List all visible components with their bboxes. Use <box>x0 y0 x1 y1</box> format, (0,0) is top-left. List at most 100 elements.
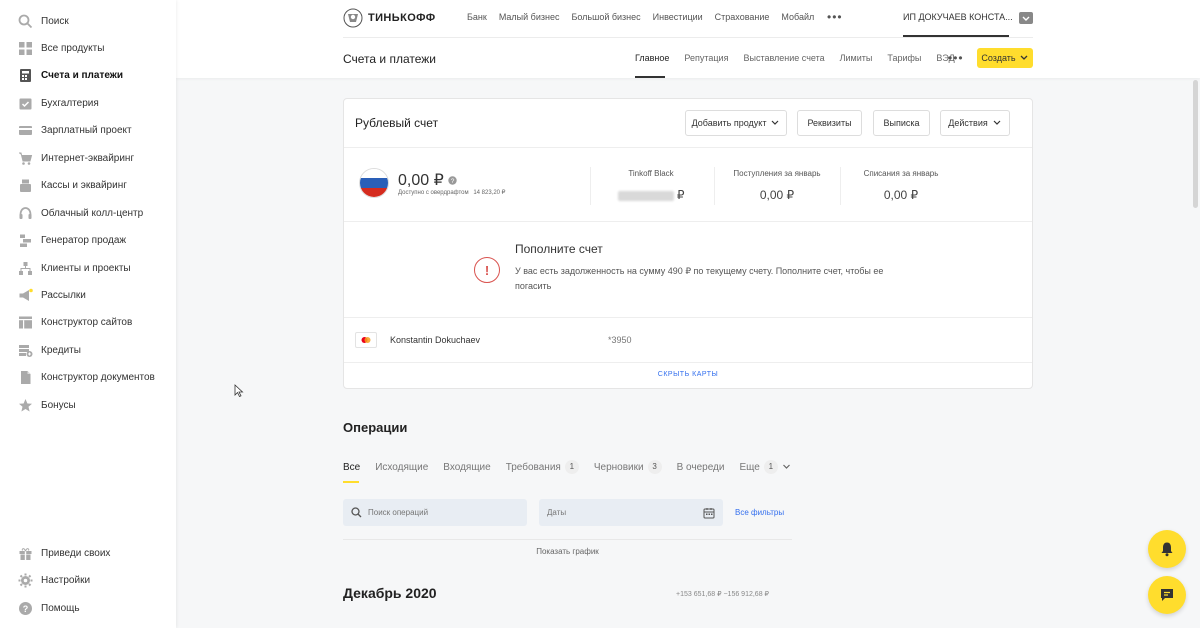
sidebar-item-document[interactable]: Конструктор документов <box>0 366 176 390</box>
all-filters-link[interactable]: Все фильтры <box>735 508 784 517</box>
divider <box>344 147 1032 148</box>
warning-text: У вас есть задолженность на сумму 490 ₽ … <box>515 266 884 291</box>
section-tab[interactable]: Выставление счета <box>743 53 824 63</box>
sidebar-item-register[interactable]: Кассы и эквайринг <box>0 174 176 198</box>
operations-search[interactable] <box>343 499 527 526</box>
sidebar-item-calendar-check[interactable]: Бухгалтерия <box>0 91 176 115</box>
sidebar-item-label: Поиск <box>41 15 69 27</box>
warning-title: Пополните счет <box>515 242 603 256</box>
operations-tab[interactable]: Требования 1 <box>506 460 579 474</box>
operations-tab-label: Все <box>343 461 361 473</box>
sidebar-item-label: Бухгалтерия <box>41 97 99 109</box>
sidebar-item-card[interactable]: Зарплатный проект <box>0 119 176 143</box>
sidebar-item-sales-funnel[interactable]: Генератор продаж <box>0 229 176 253</box>
info-icon[interactable]: ? <box>448 176 457 185</box>
gear-icon <box>18 573 33 588</box>
add-product-button[interactable]: Добавить продукт <box>685 110 787 136</box>
sidebar-item-label: Бонусы <box>41 399 76 411</box>
operations-tab[interactable]: Исходящие <box>375 462 428 473</box>
add-product-label: Добавить продукт <box>691 118 767 128</box>
sidebar-item-calculator[interactable]: Счета и платежи <box>0 64 176 88</box>
top-more-button[interactable]: ••• <box>827 10 843 24</box>
stat-value: 0,00 ₽ <box>883 188 919 202</box>
megaphone-icon <box>18 288 33 303</box>
sidebar-item-hierarchy[interactable]: Клиенты и проекты <box>0 256 176 280</box>
scrollbar[interactable] <box>1193 80 1198 208</box>
top-nav-link[interactable]: Банк <box>467 12 487 22</box>
create-button[interactable]: Создать <box>977 48 1033 68</box>
user-menu-icon[interactable] <box>1019 12 1033 24</box>
operations-tab[interactable]: Черновики 3 <box>594 460 662 474</box>
hierarchy-icon <box>18 261 33 276</box>
page-title: Счета и платежи <box>343 52 437 66</box>
card-owner[interactable]: Konstantin Dokuchaev <box>390 335 480 345</box>
count-badge: 1 <box>763 460 778 474</box>
actions-label: Действия <box>948 118 988 128</box>
operations-tab[interactable]: В очереди <box>677 462 725 473</box>
sidebar-item-label: Интернет-эквайринг <box>41 152 135 164</box>
section-tab[interactable]: Лимиты <box>840 53 873 63</box>
top-nav-link[interactable]: Большой бизнес <box>571 12 640 22</box>
top-nav-link[interactable]: Мобайл <box>781 12 814 22</box>
sidebar-item-label: Кассы и эквайринг <box>41 180 127 192</box>
statement-button[interactable]: Выписка <box>873 110 930 136</box>
operations-title: Операции <box>343 420 408 435</box>
show-graph-link[interactable]: Показать график <box>343 547 792 556</box>
stat-label: Списания за январь <box>863 169 939 178</box>
operations-tab-label: Требования <box>505 461 561 473</box>
sidebar-item-label: Все продукты <box>41 42 105 54</box>
operations-tab-label: Входящие <box>443 461 491 473</box>
top-nav-link[interactable]: Страхование <box>715 12 770 22</box>
section-more-button[interactable]: ••• <box>948 51 964 65</box>
divider <box>343 539 792 540</box>
top-nav-link[interactable]: Малый бизнес <box>499 12 560 22</box>
operations-tab[interactable]: Еще 1 <box>739 460 790 474</box>
operations-tab-label: Еще <box>739 461 760 473</box>
chat-icon <box>1161 589 1173 601</box>
calendar-icon[interactable] <box>703 507 715 519</box>
sidebar-item-gift[interactable]: Приведи своих <box>0 541 176 565</box>
actions-button[interactable]: Действия <box>940 110 1010 136</box>
user-account-tab[interactable]: ИП ДОКУЧАЕВ КОНСТА... <box>903 12 1013 22</box>
sidebar-item-gear[interactable]: Настройки <box>0 569 176 593</box>
calculator-icon <box>18 68 33 83</box>
sidebar-item-label: Настройки <box>41 575 91 586</box>
sidebar-item-label: Приведи своих <box>41 547 111 559</box>
card-number: *3950 <box>608 335 632 345</box>
sidebar-item-cart[interactable]: Интернет-эквайринг <box>0 146 176 170</box>
brand-name: ТИНЬКОФФ <box>368 12 436 24</box>
account-balance: 0,00 ₽ ? <box>398 170 457 190</box>
sidebar-item-megaphone[interactable]: Рассылки <box>0 284 176 308</box>
dates-field[interactable] <box>539 499 723 526</box>
dates-input[interactable] <box>547 508 697 517</box>
top-nav-link[interactable]: Инвестиции <box>653 12 703 22</box>
section-tab[interactable]: Главное <box>635 53 669 63</box>
credit-stack-icon <box>18 343 33 358</box>
hide-cards-link[interactable]: СКРЫТЬ КАРТЫ <box>344 371 1032 378</box>
stat-expenses: Списания за январь 0,00 ₽ <box>840 169 962 202</box>
sidebar-item-credit-stack[interactable]: Кредиты <box>0 338 176 362</box>
month-totals: +153 651,68 ₽ −156 912,68 ₽ <box>676 591 769 598</box>
requisites-button[interactable]: Реквизиты <box>797 110 862 136</box>
section-tab[interactable]: Тарифы <box>887 53 921 63</box>
sidebar: Поиск Все продукты Счета и платежи Бухгалте… <box>0 0 176 628</box>
svg-text:?: ? <box>451 178 455 185</box>
section-tab[interactable]: Репутация <box>684 53 728 63</box>
sidebar-item-label: Конструктор сайтов <box>41 317 133 329</box>
operations-tab[interactable]: Все <box>343 462 360 473</box>
search-input[interactable] <box>368 508 518 517</box>
sidebar-item-help[interactable]: ? Помощь <box>0 596 176 620</box>
chat-button[interactable] <box>1148 576 1186 614</box>
sidebar-item-grid[interactable]: Все продукты <box>0 36 176 60</box>
chevron-down-icon <box>772 120 779 125</box>
sidebar-item-star[interactable]: Бонусы <box>0 393 176 417</box>
operations-tab-label: Исходящие <box>375 461 429 473</box>
sidebar-item-search[interactable]: Поиск <box>0 9 176 33</box>
cart-icon <box>18 151 33 166</box>
sidebar-item-headset[interactable]: Облачный колл-центр <box>0 201 176 225</box>
notifications-button[interactable] <box>1148 530 1186 568</box>
account-card: Рублевый счет Добавить продукт Реквизиты… <box>343 98 1033 389</box>
sidebar-item-layout[interactable]: Конструктор сайтов <box>0 311 176 335</box>
operations-tab[interactable]: Входящие <box>443 462 490 473</box>
logo[interactable]: ТИНЬКОФФ <box>343 8 436 28</box>
